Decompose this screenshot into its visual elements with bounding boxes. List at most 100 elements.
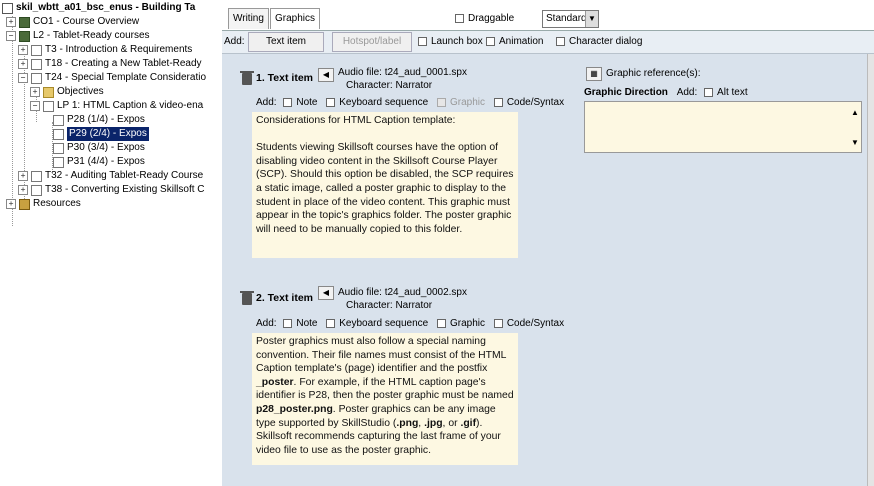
graphic-direction-row: Graphic Direction Add: Alt text — [584, 87, 748, 98]
graphic-add-label: Add: — [676, 87, 698, 98]
animation-option[interactable]: Animation — [486, 36, 543, 47]
draggable-option[interactable]: Draggable — [455, 13, 514, 24]
keyboard-sequence-label: Keyboard sequence — [339, 318, 429, 329]
item2-text-field[interactable]: Poster graphics must also follow a speci… — [252, 333, 518, 465]
item2-text-bold: .gif — [460, 417, 477, 429]
expand-icon[interactable]: + — [6, 199, 16, 209]
expand-icon[interactable]: + — [18, 59, 28, 69]
scroll-up-icon[interactable]: ▲ — [850, 108, 860, 118]
item1-add-options: Add: Note Keyboard sequence Graphic Code… — [256, 97, 564, 108]
page-icon — [53, 128, 64, 140]
item2-add-options: Add: Note Keyboard sequence Graphic Code… — [256, 318, 564, 329]
tree-item-p31[interactable]: P31 (4/4) - Expos — [53, 155, 145, 169]
keyboard-sequence-checkbox[interactable] — [326, 97, 336, 107]
chevron-down-icon[interactable]: ▼ — [585, 11, 598, 27]
topic-icon — [31, 58, 42, 70]
draggable-label: Draggable — [468, 13, 515, 24]
item2-text: . For example, if the HTML caption page'… — [256, 376, 514, 402]
audio-play-icon[interactable]: ◀ — [318, 68, 334, 82]
topic-icon — [31, 170, 42, 182]
note-checkbox[interactable] — [283, 318, 293, 328]
page-icon — [53, 142, 64, 154]
draggable-checkbox[interactable] — [455, 13, 464, 23]
tree-item-co1[interactable]: + CO1 - Course Overview — [6, 15, 139, 29]
graphic-checkbox[interactable] — [437, 318, 447, 328]
note-checkbox[interactable] — [283, 97, 293, 107]
character-dialog-option[interactable]: Character dialog — [556, 36, 642, 47]
tree-item-label: LP 1: HTML Caption & video-ena — [57, 100, 204, 111]
scroll-down-icon[interactable]: ▼ — [850, 138, 860, 148]
topic-icon — [31, 184, 42, 196]
tab-bar: Writing Graphics Draggable Standard ▼ — [222, 0, 874, 31]
expand-icon[interactable]: + — [30, 87, 40, 97]
tree-item-label: P31 (4/4) - Expos — [67, 156, 145, 167]
graphic-direction-field[interactable]: ▲ ▼ — [584, 101, 862, 153]
item2-text: Poster graphics must also follow a speci… — [256, 336, 507, 375]
vertical-scrollbar[interactable] — [867, 54, 874, 486]
tree-root-label: skil_wbtt_a01_bsc_enus - Building Ta — [16, 2, 196, 13]
expand-icon[interactable]: + — [18, 185, 28, 195]
launch-box-option[interactable]: Launch box — [418, 36, 483, 47]
tab-graphics[interactable]: Graphics — [270, 8, 321, 29]
add-text-item-label: Text item — [265, 36, 306, 47]
expand-icon[interactable]: + — [6, 17, 16, 27]
add-text-item-button[interactable]: Text item — [248, 32, 324, 52]
alt-text-checkbox[interactable] — [704, 87, 714, 97]
code-syntax-checkbox[interactable] — [493, 97, 503, 107]
tree-item-label: T38 - Converting Existing Skillsoft C — [45, 184, 205, 195]
trash-icon[interactable] — [240, 71, 254, 85]
tree-item-lp1[interactable]: − LP 1: HTML Caption & video-ena — [30, 99, 203, 113]
page-icon — [53, 114, 64, 126]
item2-audio-file: Audio file: t24_aud_0002.spx — [338, 287, 467, 298]
code-syntax-checkbox[interactable] — [493, 318, 503, 328]
tree-item-resources[interactable]: + Resources — [6, 197, 81, 211]
tree-item-label: T24 - Special Template Consideratio — [45, 72, 207, 83]
keyboard-sequence-checkbox[interactable] — [326, 318, 336, 328]
tree-item-t18[interactable]: + T18 - Creating a New Tablet-Ready — [18, 57, 202, 71]
trash-icon[interactable] — [240, 291, 254, 305]
expand-icon[interactable]: + — [18, 45, 28, 55]
character-dialog-checkbox[interactable] — [556, 36, 565, 46]
tree-item-p29[interactable]: P29 (2/4) - Expos — [53, 127, 149, 141]
tree-item-p30[interactable]: P30 (3/4) - Expos — [53, 141, 145, 155]
topic-icon — [31, 44, 42, 56]
tree-item-t24[interactable]: − T24 - Special Template Consideratio — [18, 71, 206, 85]
graphic-direction-label: Graphic Direction — [584, 87, 668, 98]
tree-item-t32[interactable]: + T32 - Auditing Tablet-Ready Course — [18, 169, 203, 183]
tab-writing-label: Writing — [233, 13, 264, 24]
tab-writing[interactable]: Writing — [228, 8, 269, 29]
graphic-checkbox[interactable] — [437, 97, 447, 107]
tree-item-t3[interactable]: + T3 - Introduction & Requirements — [18, 43, 192, 57]
tree-root[interactable]: skil_wbtt_a01_bsc_enus - Building Ta — [2, 1, 195, 15]
item1-text-field[interactable]: Considerations for HTML Caption template… — [252, 112, 518, 258]
item1-add-label: Add: — [256, 97, 277, 108]
add-hotspot-button[interactable]: Hotspot/label — [332, 32, 412, 52]
add-toolbar: Add: Text item Hotspot/label Launch box … — [222, 31, 874, 54]
mode-select[interactable]: Standard ▼ — [542, 10, 599, 28]
note-label: Note — [296, 318, 318, 329]
course-root-icon — [2, 2, 13, 14]
note-label: Note — [296, 97, 318, 108]
tree-item-l2[interactable]: − L2 - Tablet-Ready courses — [6, 29, 150, 43]
graphic-label: Graphic — [450, 97, 486, 108]
mode-select-value: Standard — [546, 13, 587, 24]
editor-panel: Writing Graphics Draggable Standard ▼ Add… — [222, 0, 874, 486]
audio-play-icon[interactable]: ◀ — [318, 286, 334, 300]
collapse-icon[interactable]: − — [18, 73, 28, 83]
launch-box-checkbox[interactable] — [418, 36, 427, 46]
item1-title: 1. Text item — [256, 72, 313, 84]
collapse-icon[interactable]: − — [6, 31, 16, 41]
objectives-icon — [43, 86, 54, 98]
tree-item-t38[interactable]: + T38 - Converting Existing Skillsoft C — [18, 183, 205, 197]
animation-checkbox[interactable] — [486, 36, 495, 46]
graphic-reference-icon[interactable]: ▦ — [586, 67, 602, 81]
tree-item-objectives[interactable]: + Objectives — [30, 85, 104, 99]
tree-item-p28[interactable]: P28 (1/4) - Expos — [53, 113, 145, 127]
code-syntax-label: Code/Syntax — [506, 97, 565, 108]
item2-text: , or — [442, 417, 461, 429]
item2-text-bold: p28_poster.png — [256, 403, 333, 415]
tree-item-label: T32 - Auditing Tablet-Ready Course — [45, 170, 204, 181]
collapse-icon[interactable]: − — [30, 101, 40, 111]
expand-icon[interactable]: + — [18, 171, 28, 181]
tree-item-label: T3 - Introduction & Requirements — [45, 44, 193, 55]
